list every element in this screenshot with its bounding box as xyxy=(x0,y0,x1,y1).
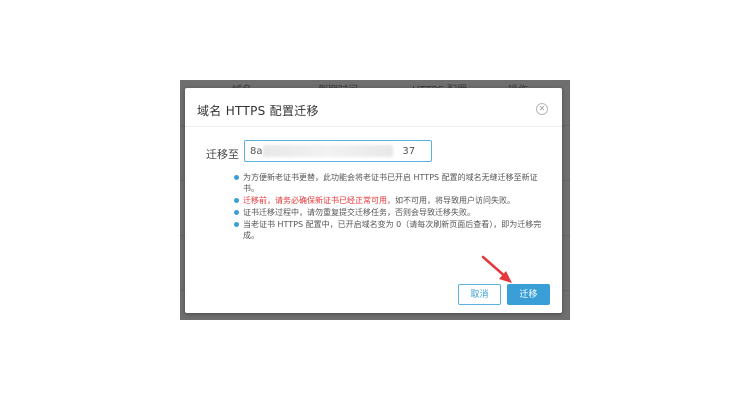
migrate-to-label: 迁移至 xyxy=(206,148,239,161)
bullet-dot-icon xyxy=(234,210,239,215)
bullet-dot-icon xyxy=(234,175,239,180)
note-text: 证书迁移过程中，请勿重复提交迁移任务，否则会导致迁移失败。 xyxy=(243,208,475,217)
dialog-title: 域名 HTTPS 配置迁移 xyxy=(197,104,319,118)
note-item: 迁移前，请务必确保新证书已经正常可用，如不可用，将导致用户访问失败。 xyxy=(233,195,553,206)
close-icon[interactable]: ✕ xyxy=(536,103,548,115)
title-divider xyxy=(185,126,562,127)
screenshot-stage: 域名 到期时间 HTTPS 配置 操作 域名 HTTPS 配置迁移 ✕ 迁移至 … xyxy=(0,0,750,400)
note-text: 为方便新老证书更替，此功能会将老证书已开启 HTTPS 配置的域名无缝迁移至新证… xyxy=(243,173,538,193)
migration-notes: 为方便新老证书更替，此功能会将老证书已开启 HTTPS 配置的域名无缝迁移至新证… xyxy=(233,172,553,242)
note-text: 当老证书 HTTPS 配置中，已开启域名变为 0（请每次刷新页面后查看），即为迁… xyxy=(243,220,542,240)
note-item: 证书迁移过程中，请勿重复提交迁移任务，否则会导致迁移失败。 xyxy=(233,207,553,218)
note-text: 如不可用，将导致用户访问失败。 xyxy=(395,196,515,205)
bullet-dot-icon xyxy=(234,198,239,203)
redacted-value-mask xyxy=(263,145,393,157)
note-item: 为方便新老证书更替，此功能会将老证书已开启 HTTPS 配置的域名无缝迁移至新证… xyxy=(233,172,553,194)
migrate-button[interactable]: 迁移 xyxy=(507,284,550,305)
bullet-dot-icon xyxy=(234,222,239,227)
note-item: 当老证书 HTTPS 配置中，已开启域名变为 0（请每次刷新页面后查看），即为迁… xyxy=(233,219,553,241)
cancel-button[interactable]: 取消 xyxy=(458,284,501,305)
migration-dialog: 域名 HTTPS 配置迁移 ✕ 迁移至 为方便新老证书更替，此功能会将老证书已开… xyxy=(185,88,562,313)
note-warning-text: 迁移前，请务必确保新证书已经正常可用， xyxy=(243,196,395,205)
